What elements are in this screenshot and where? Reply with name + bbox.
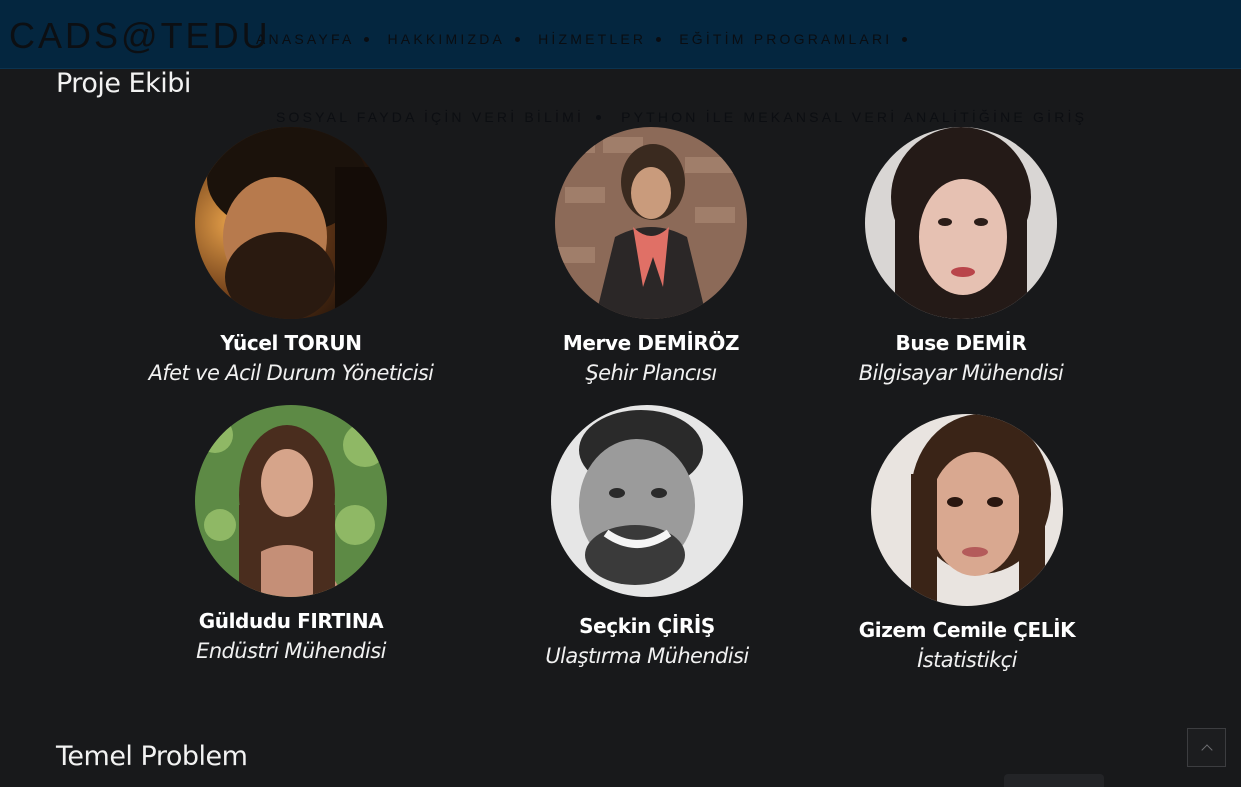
team-member-card: Yücel TORUN Afet ve Acil Durum Yöneticis… [121,127,461,385]
avatar [555,127,747,319]
member-name: Yücel TORUN [220,331,362,355]
member-name: Güldudu FIRTINA [198,609,384,633]
nav-label: HAKKIMIZDA [387,31,506,47]
member-name: Merve DEMİRÖZ [562,331,740,355]
team-member-card: Gizem Cemile ÇELİK İstatistikçi [797,414,1137,672]
avatar [195,127,387,319]
member-name: Gizem Cemile ÇELİK [858,618,1076,642]
avatar [871,414,1063,606]
team-member-card: Merve DEMİRÖZ Şehir Plancısı [481,127,821,385]
avatar [865,127,1057,319]
team-member-card: Seçkin ÇİRİŞ Ulaştırma Mühendisi [477,405,817,668]
member-role: İstatistikçi [917,648,1017,672]
nav-label: ANASAYFA [256,31,355,47]
nav-item-egitim-programlari[interactable]: EĞİTİM PROGRAMLARI [679,31,908,47]
team-member-card: Güldudu FIRTINA Endüstri Mühendisi [121,405,461,663]
team-section-title: Proje Ekibi [56,68,191,99]
sub-nav: SOSYAL FAYDA İÇİN VERİ BİLİMİ PYTHON İLE… [276,109,1107,125]
chevron-up-icon [1200,743,1213,756]
subnav-item-python-mekansal[interactable]: PYTHON İLE MEKANSAL VERİ ANALİTİĞİNE GİR… [621,109,1087,125]
main-nav: ANASAYFA HAKKIMIZDA HİZMETLER EĞİTİM PRO… [256,31,925,47]
member-role: Endüstri Mühendisi [196,639,386,663]
member-role: Şehir Plancısı [585,361,717,385]
avatar [551,405,743,597]
dot-icon [515,36,521,42]
site-logo[interactable]: CADS@TEDU [9,18,271,54]
team-member-card: Buse DEMİR Bilgisayar Mühendisi [791,127,1131,385]
subnav-item-sosyal-fayda[interactable]: SOSYAL FAYDA İÇİN VERİ BİLİMİ [276,109,602,125]
nav-item-hizmetler[interactable]: HİZMETLER [538,31,662,47]
avatar [195,405,387,597]
member-name: Seçkin ÇİRİŞ [579,614,715,638]
dot-icon [656,36,662,42]
nav-label: HİZMETLER [538,31,647,47]
scroll-top-button[interactable] [1187,728,1226,767]
member-role: Bilgisayar Mühendisi [858,361,1064,385]
member-name: Buse DEMİR [895,331,1027,355]
problem-section-title: Temel Problem [56,741,248,772]
partial-card [1004,774,1104,787]
nav-item-hakkimizda[interactable]: HAKKIMIZDA [387,31,521,47]
member-role: Afet ve Acil Durum Yöneticisi [148,361,434,385]
site-header: CADS@TEDU ANASAYFA HAKKIMIZDA HİZMETLER … [0,0,1241,69]
subnav-label: SOSYAL FAYDA İÇİN VERİ BİLİMİ [276,109,585,125]
dot-icon [596,114,602,120]
nav-label: EĞİTİM PROGRAMLARI [679,31,893,47]
dot-icon [364,36,370,42]
member-role: Ulaştırma Mühendisi [545,644,749,668]
dot-icon [902,36,908,42]
nav-item-anasayfa[interactable]: ANASAYFA [256,31,370,47]
subnav-label: PYTHON İLE MEKANSAL VERİ ANALİTİĞİNE GİR… [621,109,1088,125]
